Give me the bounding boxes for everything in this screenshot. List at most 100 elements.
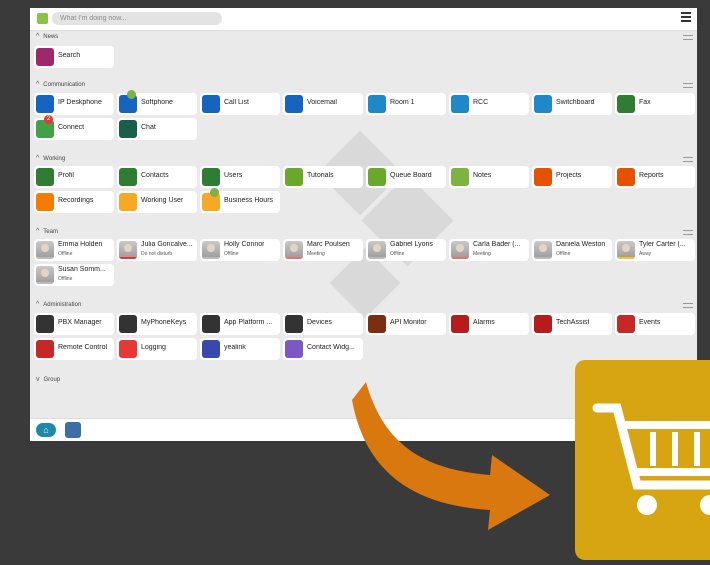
app-tile-api-monitor[interactable]: API Monitor (366, 313, 446, 335)
app-tile-users[interactable]: Users (200, 166, 280, 188)
team-member-tile[interactable]: Marc Poulsen Meeting (283, 239, 363, 261)
tile-label: API Monitor (390, 319, 427, 326)
shopping-cart-graphic (575, 360, 710, 560)
tile-label: Daniela Weston (556, 241, 606, 248)
team-member-tile[interactable]: Tyler Carter (... Away (615, 239, 695, 261)
tile-label: Chat (141, 124, 156, 131)
app-tile-reports[interactable]: Reports (615, 166, 695, 188)
team-member-tile[interactable]: Gabriel Lyons Offline (366, 239, 446, 261)
app-tile-pbx-manager[interactable]: PBX Manager (34, 313, 114, 335)
presence-indicator (119, 257, 137, 259)
presence-indicator (285, 257, 303, 259)
app-tile-connect[interactable]: 2 Connect (34, 115, 114, 140)
drag-handle[interactable] (683, 230, 693, 235)
tile-label: Voicemail (307, 99, 337, 106)
tile-label: Devices (307, 319, 332, 326)
yealink-icon (202, 340, 220, 358)
app-tile-softphone[interactable]: Softphone (117, 90, 197, 115)
chevron-up-icon: ^ (36, 155, 40, 162)
app-tile-myphonekeys[interactable]: MyPhoneKeys (117, 313, 197, 335)
team-member-tile[interactable]: Julia Goncalve... Do not disturb (117, 239, 197, 261)
app-tile-tutorials[interactable]: Tutorials (283, 166, 363, 188)
app-tile-recordings[interactable]: Recordings (34, 191, 114, 213)
section-header-news[interactable]: ^ News (36, 33, 58, 40)
app-tile-chat[interactable]: Chat (117, 118, 197, 140)
app-tile-techassist[interactable]: TechAssist (532, 313, 612, 335)
app-tile-call-list[interactable]: Call List (200, 93, 280, 115)
app-tile-yealink[interactable]: yealink (200, 338, 280, 360)
home-icon[interactable]: ⌂ (36, 423, 56, 437)
app-tile-app-platform[interactable]: App Platform ... (200, 313, 280, 335)
app-tile-working-user[interactable]: Working User (117, 191, 197, 213)
presence-status: Meeting (473, 251, 491, 257)
tile-label: Susan Somm... (58, 266, 106, 273)
users-icon (202, 168, 220, 186)
app-launcher-icon[interactable] (65, 422, 81, 438)
drag-handle[interactable] (683, 35, 693, 40)
drag-handle[interactable] (683, 303, 693, 308)
section-title: News (43, 33, 59, 40)
team-member-tile[interactable]: Daniela Weston Offline (532, 239, 612, 261)
tile-label: Logging (141, 344, 166, 351)
app-tile-business-hours[interactable]: Business Hours (200, 188, 280, 213)
tile-label: App Platform ... (224, 319, 273, 326)
status-input[interactable] (52, 12, 222, 25)
team-member-tile[interactable]: Holly Connor Offline (200, 239, 280, 261)
section-header-administration[interactable]: ^ Administration (36, 301, 81, 308)
app-tile-remote-control[interactable]: Remote Control (34, 338, 114, 360)
section-header-group[interactable]: v Group (36, 376, 60, 383)
tile-label: Switchboard (556, 99, 595, 106)
pbx-manager-icon (36, 315, 54, 333)
avatar (119, 241, 137, 259)
tile-label: Alarms (473, 319, 495, 326)
user-avatar[interactable] (37, 13, 48, 24)
tile-label: Projects (556, 172, 582, 179)
tile-label: Marc Poulsen (307, 241, 350, 248)
logging-icon (119, 340, 137, 358)
section-header-working[interactable]: ^ Working (36, 155, 65, 162)
section-header-communication[interactable]: ^ Communication (36, 81, 85, 88)
app-tile-ip-deskphone[interactable]: IP Deskphone (34, 93, 114, 115)
team-member-tile[interactable]: Carla Bader (... Meeting (449, 239, 529, 261)
presence-status: Offline (58, 251, 73, 257)
drag-handle[interactable] (683, 157, 693, 162)
app-tile-devices[interactable]: Devices (283, 313, 363, 335)
app-tile-queue-board[interactable]: Queue Board (366, 166, 446, 188)
drag-handle[interactable] (683, 83, 693, 88)
app-tile-contact-widg[interactable]: Contact Widg... (283, 338, 363, 360)
tile-label: Queue Board (390, 172, 432, 179)
app-tile-notes[interactable]: Notes (449, 166, 529, 188)
tile-label: TechAssist (556, 319, 590, 326)
app-tile-alarms[interactable]: Alarms (449, 313, 529, 335)
section-header-team[interactable]: ^ Team (36, 228, 58, 235)
team-member-tile[interactable]: Emma Holden Offline (34, 239, 114, 261)
team-member-tile[interactable]: Susan Somm... Offline (34, 264, 114, 286)
hamburger-menu-icon[interactable] (681, 12, 691, 24)
tile-label: Events (639, 319, 661, 326)
app-tile-rcc[interactable]: RCC (449, 93, 529, 115)
tile-label: yealink (224, 344, 246, 351)
presence-status: Away (639, 251, 652, 257)
remote-control-icon (36, 340, 54, 358)
app-tile-logging[interactable]: Logging (117, 338, 197, 360)
section-title: Group (43, 376, 61, 383)
phonekeys-icon (119, 315, 137, 333)
tile-label: RCC (473, 99, 489, 106)
tile-label: Carla Bader (... (473, 241, 521, 248)
app-tile-events[interactable]: Events (615, 313, 695, 335)
api-monitor-icon (368, 315, 386, 333)
techassist-icon (534, 315, 552, 333)
app-tile-search[interactable]: Search (34, 46, 114, 68)
tile-label: PBX Manager (58, 319, 102, 326)
app-tile-profil[interactable]: Profil (34, 166, 114, 188)
app-tile-contacts[interactable]: Contacts (117, 166, 197, 188)
app-tile-switchboard[interactable]: Switchboard (532, 93, 612, 115)
room-icon (368, 95, 386, 113)
presence-status: Offline (58, 276, 73, 282)
presence-status: Offline (556, 251, 571, 257)
app-tile-voicemail[interactable]: Voicemail (283, 93, 363, 115)
app-tile-fax[interactable]: Fax (615, 93, 695, 115)
app-tile-projects[interactable]: Projects (532, 166, 612, 188)
app-tile-room-1[interactable]: Room 1 (366, 93, 446, 115)
tile-label: Tutorials (307, 172, 334, 179)
